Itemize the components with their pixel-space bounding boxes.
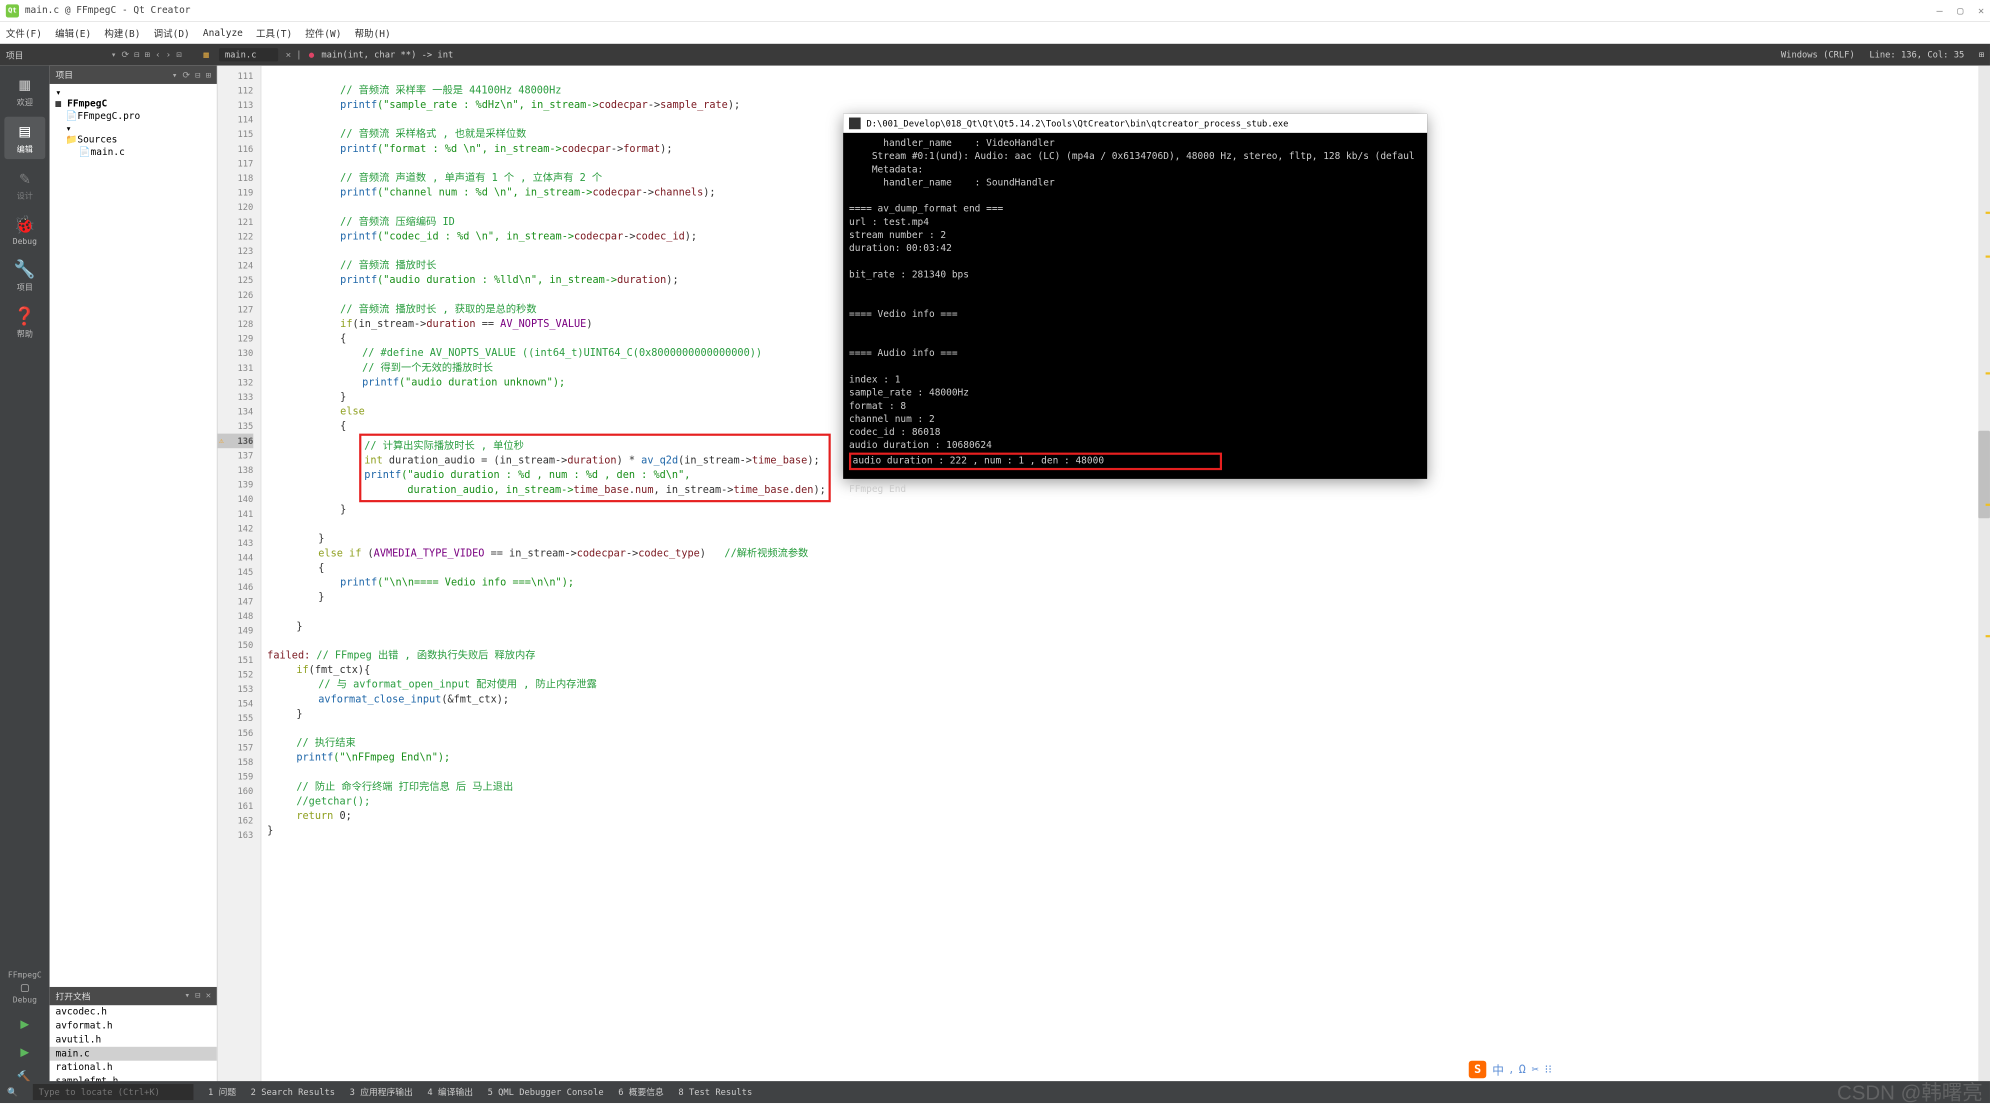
ime-logo-icon: S [1469,1060,1487,1078]
status-app-out[interactable]: 3 应用程序输出 [350,1086,413,1098]
console-titlebar[interactable]: D:\001_Develop\018_Qt\Qt\Qt5.14.2\Tools\… [843,114,1427,133]
locator-input[interactable] [33,1084,194,1100]
split-icon[interactable]: ⊞ [1979,50,1984,60]
exe-icon [849,118,861,130]
mode-design[interactable]: ✎设计 [4,164,45,206]
console-body: handler_name : VideoHandler Stream #0:1(… [843,133,1427,501]
menu-build[interactable]: 构建(B) [104,26,140,40]
status-general[interactable]: 6 概要信息 [618,1086,664,1098]
toolbar-icons[interactable]: ▾ ⟳ ⊟ ⊞ ‹ › ⊡ [111,50,182,60]
mode-help[interactable]: ❓帮助 [4,301,45,343]
project-crumb-label: 项目 [6,49,24,61]
status-bar[interactable]: 🔍 1 问题 2 Search Results 3 应用程序输出 4 编译输出 … [0,1081,1990,1103]
ime-toolbar[interactable]: S 中⸴Ω✂⁝⁝ [1469,1060,1552,1078]
menu-debug[interactable]: 调试(D) [154,26,190,40]
func-icon: ● [309,50,314,60]
menu-tools[interactable]: 工具(T) [256,26,292,40]
status-compile-out[interactable]: 4 编译输出 [427,1086,473,1098]
qt-icon: Qt [6,4,19,17]
menu-help[interactable]: 帮助(H) [355,26,391,40]
mode-debug[interactable]: 🐞Debug [4,210,45,250]
project-panel: 项目▾ ⟳ ⊟ ⊞ ▾ ▦FFmpegC 📄FFmpegC.pro ▾ 📁Sou… [50,66,218,1088]
window-title: main.c @ FFmpegC - Qt Creator [25,5,191,16]
window-controls[interactable]: —▢✕ [1936,5,1984,17]
locator-icon[interactable]: 🔍 [7,1087,18,1097]
od-item: avutil.h [50,1033,217,1047]
editor-toolbar: 项目 ▾ ⟳ ⊟ ⊞ ‹ › ⊡ ▦ main.c ✕ | ● main(int… [0,44,1990,66]
func-crumb[interactable]: main(int, char **) -> int [321,50,453,60]
file-crumb[interactable]: main.c [219,48,278,61]
mode-projects[interactable]: 🔧项目 [4,255,45,297]
open-docs-list[interactable]: avcodec.h avformat.h avutil.h main.c rat… [50,1005,217,1088]
mode-edit[interactable]: ▤编辑 [4,117,45,159]
od-item: avcodec.h [50,1005,217,1019]
editor-scrollbar[interactable] [1978,66,1990,1088]
menu-bar[interactable]: 文件(F) 编辑(E) 构建(B) 调试(D) Analyze 工具(T) 控件… [0,22,1990,44]
od-item-selected: main.c [50,1046,217,1060]
project-tree[interactable]: ▾ ▦FFmpegC 📄FFmpegC.pro ▾ 📁Sources 📄main… [50,84,217,161]
tree-sources: ▾ 📁Sources [53,123,214,146]
highlight-box-code: // 计算出实际播放时长 , 单位秒 int duration_audio = … [359,434,831,503]
menu-analyze[interactable]: Analyze [203,27,243,38]
tree-main: 📄main.c [53,146,214,158]
tree-pro: 📄FFmpegC.pro [53,110,214,122]
status-search[interactable]: 2 Search Results [251,1087,335,1097]
status-tests[interactable]: 8 Test Results [678,1087,752,1097]
project-header[interactable]: 项目▾ ⟳ ⊟ ⊞ [50,66,217,84]
status-qml[interactable]: 5 QML Debugger Console [488,1087,604,1097]
mode-welcome[interactable]: ▦欢迎 [4,70,45,112]
watermark: CSDN @韩曙亮 [1837,1076,1983,1105]
console-window[interactable]: D:\001_Develop\018_Qt\Qt\Qt5.14.2\Tools\… [843,114,1427,479]
menu-widgets[interactable]: 控件(W) [305,26,341,40]
od-item: avformat.h [50,1019,217,1033]
od-item: rational.h [50,1060,217,1074]
mode-sidebar[interactable]: ▦欢迎 ▤编辑 ✎设计 🐞Debug 🔧项目 ❓帮助 FFmpegC▢Debug… [0,66,50,1088]
file-icon: ▦ [203,50,208,60]
tree-root: ▾ ▦FFmpegC [53,87,214,110]
cursor-pos: Line: 136, Col: 35 [1869,50,1964,60]
title-bar: Qt main.c @ FFmpegC - Qt Creator —▢✕ [0,0,1990,22]
line-gutter: 1111121131141151161171181191201211221231… [218,66,262,1088]
status-issues[interactable]: 1 问题 [208,1086,236,1098]
console-title: D:\001_Develop\018_Qt\Qt\Qt5.14.2\Tools\… [867,117,1289,130]
run-button[interactable]: ▶ [4,1011,45,1034]
target-selector[interactable]: FFmpegC▢Debug [4,967,45,1007]
debug-button[interactable]: ▶ [4,1039,45,1062]
encoding-label[interactable]: Windows (CRLF) [1781,50,1855,60]
menu-edit[interactable]: 编辑(E) [55,26,91,40]
menu-file[interactable]: 文件(F) [6,26,42,40]
open-docs-header[interactable]: 打开文档▾ ⊟ ✕ [50,987,217,1005]
